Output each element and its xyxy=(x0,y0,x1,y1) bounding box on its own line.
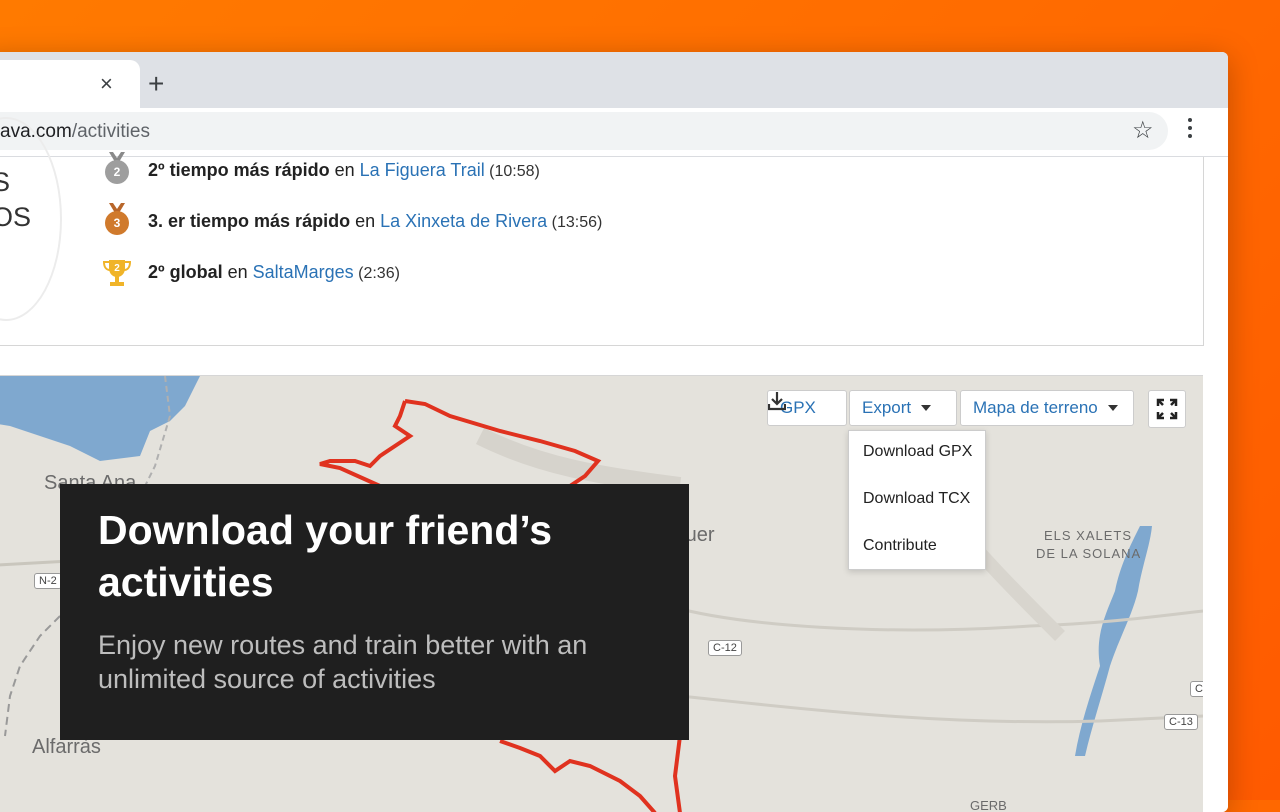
achievement-time: (2:36) xyxy=(353,264,400,282)
browser-toolbar: ava.com/activities ☆ xyxy=(0,108,1228,157)
download-tcx-item[interactable]: Download TCX xyxy=(863,490,970,508)
export-label: Export xyxy=(862,398,912,417)
achievement-connector: en xyxy=(329,159,360,180)
achievement-row: 2 2º tiempo más rápido en La Figuera Tra… xyxy=(102,152,540,188)
side-text-2: OS xyxy=(0,202,32,232)
achievement-text: 3. er tiempo más rápido en La Xinxeta de… xyxy=(148,211,602,232)
contribute-item[interactable]: Contribute xyxy=(863,537,937,555)
achievement-row: 3 3. er tiempo más rápido en La Xinxeta … xyxy=(102,203,602,239)
side-text-1: S xyxy=(0,167,11,197)
download-icon xyxy=(768,392,786,411)
map-label-xalets: ELS XALETS xyxy=(1044,528,1133,543)
browser-menu-icon[interactable] xyxy=(1188,118,1192,138)
promo-subtitle: Enjoy new routes and train better with a… xyxy=(98,630,588,694)
achievement-connector: en xyxy=(222,261,253,282)
trophy-number: 2 xyxy=(114,263,120,274)
achievement-row: 2 2º global en SaltaMarges (2:36) xyxy=(102,254,400,290)
medal-number: 3 xyxy=(105,211,129,235)
browser-tab[interactable]: × xyxy=(0,60,140,108)
road-badge-c12: C-12 xyxy=(708,640,742,656)
map-label-solana: DE LA SOLANA xyxy=(1036,546,1142,561)
url-path: /activities xyxy=(71,121,150,142)
achievement-connector: en xyxy=(350,210,381,231)
new-tab-icon[interactable]: + xyxy=(148,70,164,98)
road-badge-n2: N-2 xyxy=(34,573,62,589)
road-badge-c: C xyxy=(1190,681,1203,697)
tab-strip: × + xyxy=(0,52,1228,108)
achievements-panel: S OS 2 2º tiempo más rápido en La Figuer… xyxy=(0,117,1204,346)
segment-link[interactable]: SaltaMarges xyxy=(253,262,354,282)
export-dropdown-button[interactable]: Export xyxy=(849,390,957,426)
achievement-text: 2º global en SaltaMarges (2:36) xyxy=(148,262,400,283)
bookmark-star-icon[interactable]: ☆ xyxy=(1132,116,1154,145)
trophy-icon: 2 xyxy=(102,254,132,290)
chevron-down-icon xyxy=(1107,405,1118,411)
promo-title: Download your friend’s activities xyxy=(98,507,553,605)
close-tab-icon[interactable]: × xyxy=(100,72,113,96)
achievement-time: (13:56) xyxy=(547,213,603,231)
achievement-rank: 3. er tiempo más rápido xyxy=(148,210,351,231)
achievement-time: (10:58) xyxy=(484,162,540,180)
silver-medal-icon: 2 xyxy=(102,152,132,188)
road-badge-c13: C-13 xyxy=(1164,714,1198,730)
fullscreen-icon[interactable] xyxy=(1148,390,1186,428)
achievement-rank: 2º tiempo más rápido xyxy=(148,159,330,180)
chevron-down-icon xyxy=(921,405,932,411)
export-menu: Download GPX Download TCX Contribute xyxy=(848,430,986,570)
gpx-download-button[interactable]: GPX xyxy=(767,390,847,426)
segment-link[interactable]: La Xinxeta de Rivera xyxy=(380,211,547,231)
medal-number: 2 xyxy=(105,160,129,184)
segment-link[interactable]: La Figuera Trail xyxy=(360,160,485,180)
map-type-label: Mapa de terreno xyxy=(973,398,1098,417)
download-gpx-item[interactable]: Download GPX xyxy=(863,443,972,461)
map-type-dropdown[interactable]: Mapa de terreno xyxy=(960,390,1134,426)
bronze-medal-icon: 3 xyxy=(102,203,132,239)
achievement-rank: 2º global xyxy=(148,261,223,282)
achievement-text: 2º tiempo más rápido en La Figuera Trail… xyxy=(148,160,540,181)
address-bar[interactable]: ava.com/activities ☆ xyxy=(0,112,1168,150)
map-label-gerb: GERB xyxy=(970,798,1007,812)
promo-overlay: Download your friend’s activities Enjoy … xyxy=(60,484,689,740)
